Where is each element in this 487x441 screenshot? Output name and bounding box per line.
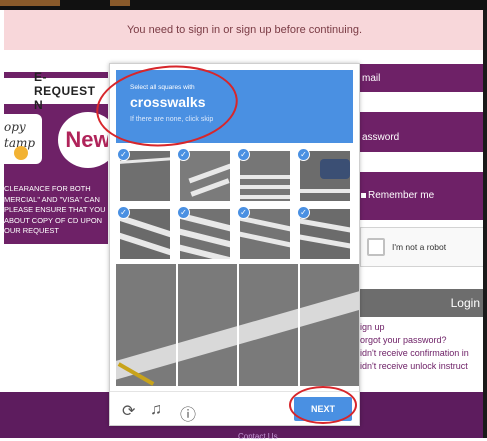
unlock-link[interactable]: idn't receive unlock instruct [360,360,484,373]
sign-up-link[interactable]: ign up [360,321,484,334]
captcha-footer: ⟳ ♫ ⓘ NEXT [110,391,359,426]
remember-label: Remember me [368,190,435,201]
reload-icon[interactable]: ⟳ [122,401,135,421]
banner-text: CLEARANCE FOR BOTH MERCIAL" AND "VISA" C… [4,184,108,237]
new-badge: New [58,112,108,168]
captcha-target: crosswalks [130,94,206,110]
banner-line: MERCIAL" AND "VISA" CAN [4,194,100,204]
captcha-instruction: Select all squares with [130,84,195,91]
auth-links: ign up orgot your password? idn't receiv… [360,321,484,373]
login-button[interactable]: Login [360,289,484,317]
recaptcha-checkbox[interactable] [367,238,385,256]
forgot-password-link[interactable]: orgot your password? [360,334,484,347]
captcha-header: Select all squares with crosswalks If th… [116,70,353,143]
info-icon[interactable]: ⓘ [180,401,196,425]
selected-check-icon: ✓ [177,206,190,219]
banner-heading: E-REQUEST N [4,72,108,112]
selected-check-icon: ✓ [297,206,310,219]
top-strip [0,0,487,10]
selected-check-icon: ✓ [117,206,130,219]
selected-check-icon: ✓ [237,206,250,219]
recaptcha-widget[interactable]: I'm not a robot [360,227,484,267]
medal-icon [14,146,28,160]
banner-line: OUR REQUEST [4,226,60,235]
stamp-line: opy [4,120,26,134]
confirmation-link[interactable]: idn't receive confirmation in [360,347,484,360]
promo-banner[interactable]: E-REQUEST N opy tamp New CLEARANCE FOR B… [4,72,108,244]
selected-check-icon: ✓ [177,148,190,161]
selected-check-icon: ✓ [117,148,130,161]
email-label: mail [362,73,381,84]
password-field[interactable] [360,152,484,172]
banner-line: PLEASE ENSURE THAT YOU [4,205,106,214]
headphones-icon[interactable]: ♫ [150,401,162,419]
selected-check-icon: ✓ [237,148,250,161]
top-strip-image [0,0,60,6]
remember-checkbox[interactable] [361,193,366,198]
banner-line: ABOUT COPY OF CD UPON [4,215,103,225]
next-button[interactable]: NEXT [294,397,352,421]
password-label: assword [362,132,400,143]
captcha-road-image[interactable] [116,264,359,386]
banner-line: CLEARANCE FOR BOTH [4,184,91,193]
top-strip-image [110,0,130,6]
email-field[interactable] [360,92,484,112]
login-label: Login [450,296,480,310]
alert-banner: You need to sign in or sign up before co… [4,10,485,50]
captcha-challenge: Select all squares with crosswalks If th… [109,63,360,426]
recaptcha-label: I'm not a robot [392,242,447,252]
window-edge [483,10,487,438]
captcha-hint: If there are none, click skip [130,116,214,123]
next-label: NEXT [310,404,335,414]
selected-check-icon: ✓ [297,148,310,161]
contact-link[interactable]: Contact Us [238,432,278,441]
spacer [360,267,484,289]
alert-message: You need to sign in or sign up before co… [126,24,363,36]
